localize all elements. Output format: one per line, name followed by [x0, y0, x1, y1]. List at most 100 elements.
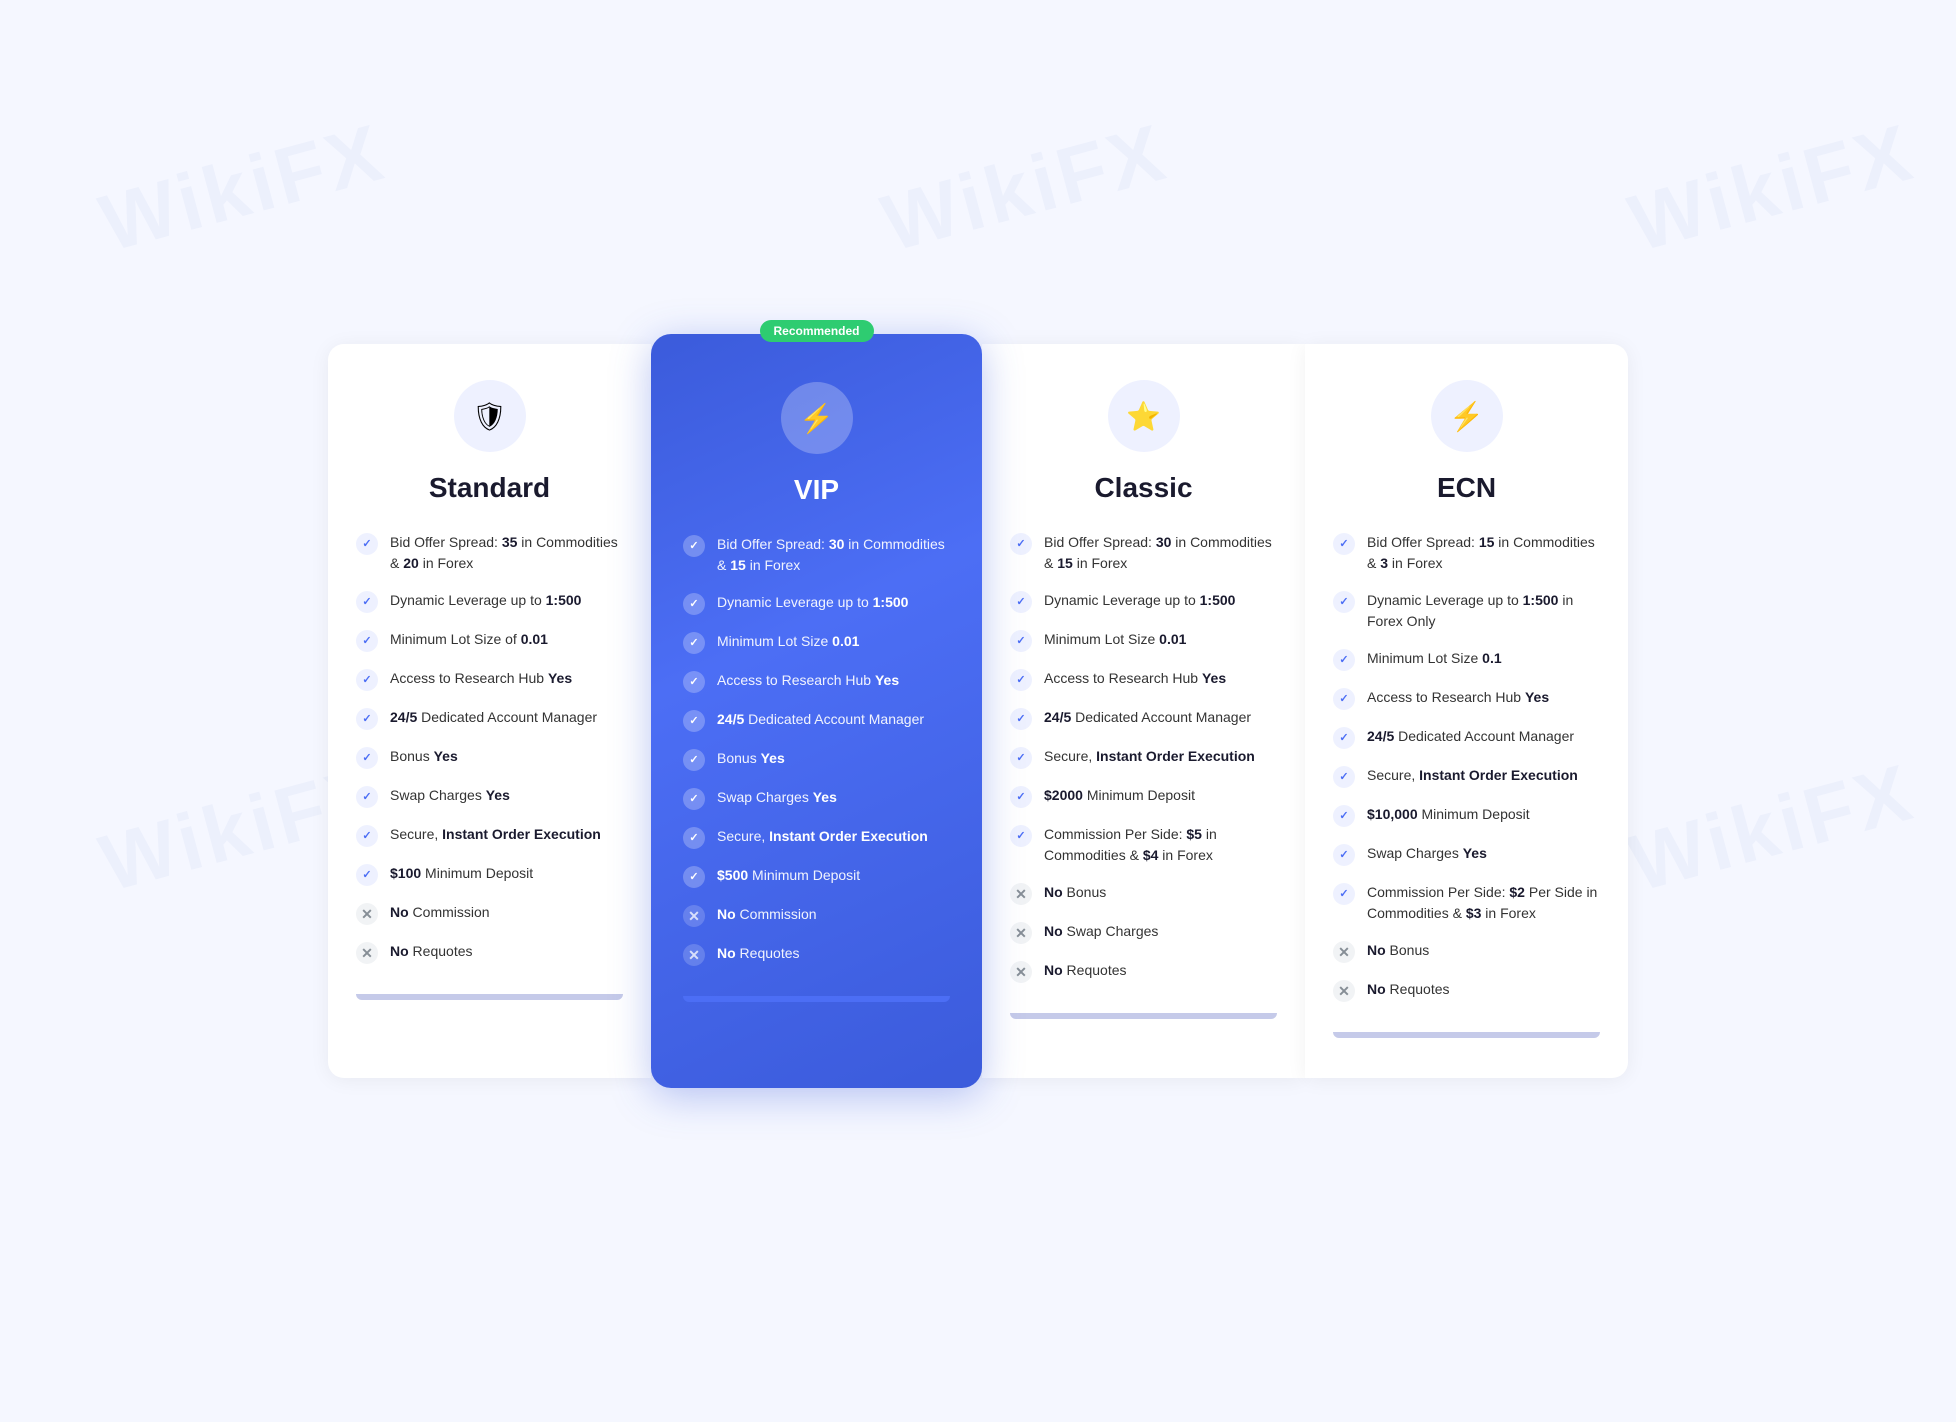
feature-check-standard-6: ✓	[356, 786, 378, 808]
feature-item-vip-7: ✓ Secure, Instant Order Execution	[683, 826, 950, 849]
feature-item-vip-5: ✓ Bonus Yes	[683, 748, 950, 771]
recommended-badge: Recommended	[759, 320, 873, 342]
feature-item-vip-9: ✕ No Commission	[683, 904, 950, 927]
feature-item-classic-4: ✓ 24/5 Dedicated Account Manager	[1010, 707, 1277, 730]
bottom-bar-standard	[356, 994, 623, 1000]
feature-text-standard-0: Bid Offer Spread: 35 in Commodities & 20…	[390, 532, 623, 574]
feature-text-standard-10: No Requotes	[390, 941, 473, 962]
watermark-1: WikiFX	[91, 106, 395, 270]
feature-text-ecn-4: 24/5 Dedicated Account Manager	[1367, 726, 1574, 747]
plans-container: 🛡 Standard ✓ Bid Offer Spread: 35 in Com…	[328, 344, 1628, 1078]
feature-check-classic-4: ✓	[1010, 708, 1032, 730]
feature-item-classic-8: ✕ No Bonus	[1010, 882, 1277, 905]
feature-text-standard-5: Bonus Yes	[390, 746, 458, 767]
feature-check-ecn-8: ✓	[1333, 883, 1355, 905]
feature-item-classic-0: ✓ Bid Offer Spread: 30 in Commodities & …	[1010, 532, 1277, 574]
bottom-bar-classic	[1010, 1013, 1277, 1019]
feature-item-ecn-7: ✓ Swap Charges Yes	[1333, 843, 1600, 866]
feature-text-classic-9: No Swap Charges	[1044, 921, 1158, 942]
plan-icon-wrapper-standard: 🛡	[454, 380, 526, 452]
feature-text-classic-3: Access to Research Hub Yes	[1044, 668, 1226, 689]
plan-card-ecn: ⚡ ECN ✓ Bid Offer Spread: 15 in Commodit…	[1305, 344, 1628, 1078]
feature-check-vip-1: ✓	[683, 593, 705, 615]
feature-item-standard-9: ✕ No Commission	[356, 902, 623, 925]
feature-check-ecn-10: ✕	[1333, 980, 1355, 1002]
feature-item-classic-5: ✓ Secure, Instant Order Execution	[1010, 746, 1277, 769]
features-list-standard: ✓ Bid Offer Spread: 35 in Commodities & …	[356, 532, 623, 964]
feature-text-ecn-7: Swap Charges Yes	[1367, 843, 1487, 864]
feature-text-vip-1: Dynamic Leverage up to 1:500	[717, 592, 908, 613]
feature-text-ecn-3: Access to Research Hub Yes	[1367, 687, 1549, 708]
feature-text-standard-7: Secure, Instant Order Execution	[390, 824, 601, 845]
feature-check-standard-10: ✕	[356, 942, 378, 964]
feature-item-ecn-3: ✓ Access to Research Hub Yes	[1333, 687, 1600, 710]
feature-item-ecn-9: ✕ No Bonus	[1333, 940, 1600, 963]
feature-text-classic-4: 24/5 Dedicated Account Manager	[1044, 707, 1251, 728]
plan-icon-standard: 🛡	[472, 400, 508, 433]
feature-item-ecn-5: ✓ Secure, Instant Order Execution	[1333, 765, 1600, 788]
feature-check-vip-0: ✓	[683, 535, 705, 557]
plan-name-standard: Standard	[356, 472, 623, 504]
watermark-2: WikiFX	[873, 106, 1177, 270]
feature-item-classic-10: ✕ No Requotes	[1010, 960, 1277, 983]
feature-check-classic-3: ✓	[1010, 669, 1032, 691]
feature-item-ecn-0: ✓ Bid Offer Spread: 15 in Commodities & …	[1333, 532, 1600, 574]
plan-icon-wrapper-vip: ⚡	[781, 382, 853, 454]
feature-check-classic-2: ✓	[1010, 630, 1032, 652]
feature-item-vip-0: ✓ Bid Offer Spread: 30 in Commodities & …	[683, 534, 950, 576]
feature-check-classic-6: ✓	[1010, 786, 1032, 808]
feature-item-standard-10: ✕ No Requotes	[356, 941, 623, 964]
feature-item-vip-8: ✓ $500 Minimum Deposit	[683, 865, 950, 888]
feature-check-vip-3: ✓	[683, 671, 705, 693]
feature-check-classic-10: ✕	[1010, 961, 1032, 983]
feature-item-standard-1: ✓ Dynamic Leverage up to 1:500	[356, 590, 623, 613]
plan-name-vip: VIP	[683, 474, 950, 506]
feature-text-vip-3: Access to Research Hub Yes	[717, 670, 899, 691]
feature-check-standard-5: ✓	[356, 747, 378, 769]
feature-text-standard-6: Swap Charges Yes	[390, 785, 510, 806]
feature-text-standard-4: 24/5 Dedicated Account Manager	[390, 707, 597, 728]
feature-text-standard-1: Dynamic Leverage up to 1:500	[390, 590, 581, 611]
feature-text-vip-2: Minimum Lot Size 0.01	[717, 631, 859, 652]
watermark-6: WikiFX	[1620, 746, 1924, 910]
feature-text-ecn-9: No Bonus	[1367, 940, 1429, 961]
feature-check-vip-2: ✓	[683, 632, 705, 654]
feature-check-classic-8: ✕	[1010, 883, 1032, 905]
feature-item-ecn-6: ✓ $10,000 Minimum Deposit	[1333, 804, 1600, 827]
feature-text-ecn-2: Minimum Lot Size 0.1	[1367, 648, 1502, 669]
bottom-bar-vip	[683, 996, 950, 1002]
feature-item-vip-1: ✓ Dynamic Leverage up to 1:500	[683, 592, 950, 615]
feature-item-ecn-2: ✓ Minimum Lot Size 0.1	[1333, 648, 1600, 671]
plan-name-ecn: ECN	[1333, 472, 1600, 504]
feature-check-vip-10: ✕	[683, 944, 705, 966]
feature-text-standard-9: No Commission	[390, 902, 490, 923]
feature-item-ecn-8: ✓ Commission Per Side: $2 Per Side in Co…	[1333, 882, 1600, 924]
plan-icon-vip: ⚡	[799, 402, 834, 435]
feature-text-ecn-5: Secure, Instant Order Execution	[1367, 765, 1578, 786]
feature-item-standard-3: ✓ Access to Research Hub Yes	[356, 668, 623, 691]
feature-check-ecn-4: ✓	[1333, 727, 1355, 749]
feature-text-classic-0: Bid Offer Spread: 30 in Commodities & 15…	[1044, 532, 1277, 574]
feature-check-ecn-6: ✓	[1333, 805, 1355, 827]
feature-item-vip-10: ✕ No Requotes	[683, 943, 950, 966]
feature-text-classic-5: Secure, Instant Order Execution	[1044, 746, 1255, 767]
features-list-classic: ✓ Bid Offer Spread: 30 in Commodities & …	[1010, 532, 1277, 983]
feature-text-ecn-1: Dynamic Leverage up to 1:500 in Forex On…	[1367, 590, 1600, 632]
feature-item-classic-2: ✓ Minimum Lot Size 0.01	[1010, 629, 1277, 652]
plan-icon-wrapper-ecn: ⚡	[1431, 380, 1503, 452]
feature-item-ecn-1: ✓ Dynamic Leverage up to 1:500 in Forex …	[1333, 590, 1600, 632]
watermark-3: WikiFX	[1620, 106, 1924, 270]
feature-text-ecn-6: $10,000 Minimum Deposit	[1367, 804, 1530, 825]
feature-item-vip-2: ✓ Minimum Lot Size 0.01	[683, 631, 950, 654]
feature-text-vip-9: No Commission	[717, 904, 817, 925]
feature-check-classic-1: ✓	[1010, 591, 1032, 613]
feature-check-classic-9: ✕	[1010, 922, 1032, 944]
feature-text-ecn-8: Commission Per Side: $2 Per Side in Comm…	[1367, 882, 1600, 924]
feature-item-classic-3: ✓ Access to Research Hub Yes	[1010, 668, 1277, 691]
feature-text-vip-10: No Requotes	[717, 943, 800, 964]
feature-check-ecn-5: ✓	[1333, 766, 1355, 788]
feature-item-ecn-4: ✓ 24/5 Dedicated Account Manager	[1333, 726, 1600, 749]
feature-item-standard-2: ✓ Minimum Lot Size of 0.01	[356, 629, 623, 652]
feature-text-classic-6: $2000 Minimum Deposit	[1044, 785, 1195, 806]
plan-card-vip: Recommended ⚡ VIP ✓ Bid Offer Spread: 30…	[651, 334, 982, 1088]
